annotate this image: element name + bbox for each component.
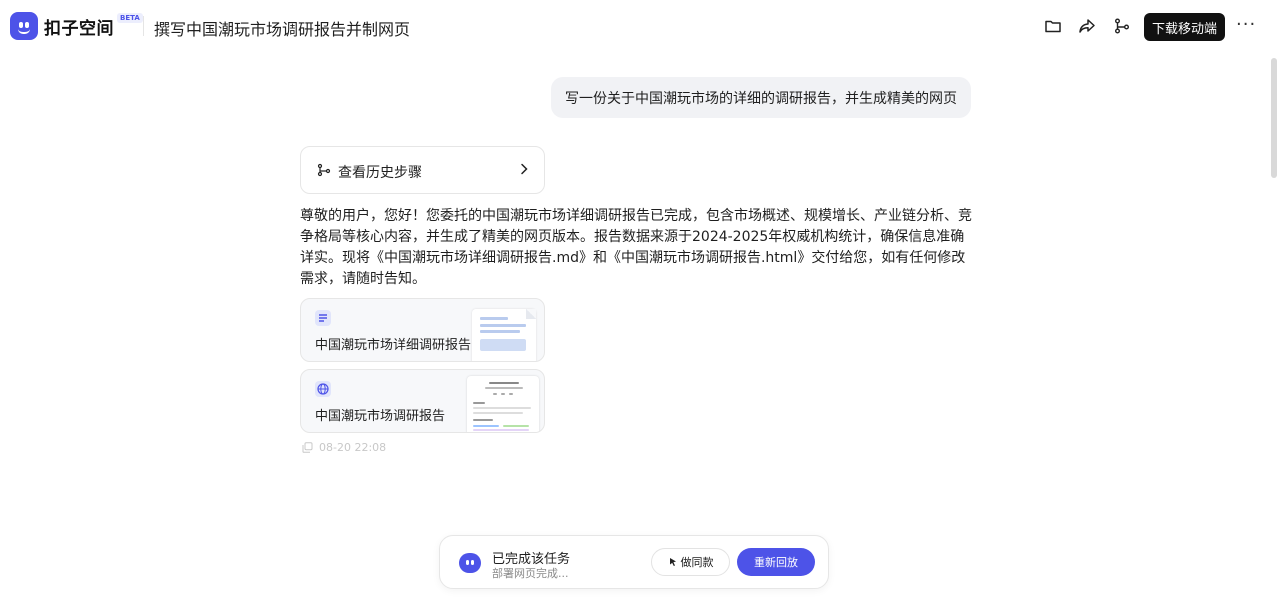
scrollbar-thumb[interactable] [1271,58,1277,178]
file-preview-thumbnail [472,309,536,361]
webpage-preview-thumbnail [467,376,539,432]
file-card-label: 中国潮玩市场详细调研报告 [315,338,472,353]
logo-icon[interactable] [10,12,38,40]
cursor-icon [669,558,676,566]
message-timestamp: 08-20 22:08 [302,441,386,454]
branch-icon[interactable] [1113,17,1131,35]
task-status-subtitle: 部署网页完成... [492,567,569,580]
beta-badge: BETA [117,13,143,23]
bot-avatar-icon [459,553,481,573]
make-same-label: 做同款 [680,556,714,569]
document-icon [315,310,331,326]
history-steps-label: 查看历史步骤 [338,165,422,181]
more-icon[interactable]: ··· [1236,14,1256,35]
scrollbar[interactable] [1270,52,1278,599]
page-title: 撰写中国潮玩市场调研报告并制网页 [154,20,411,39]
chevron-right-icon [521,163,528,175]
globe-icon [315,381,331,397]
timestamp-text: 08-20 22:08 [319,441,387,454]
branch-icon [317,163,331,177]
assistant-reply: 尊敬的用户，您好！您委托的中国潮玩市场详细调研报告已完成，包含市场概述、规模增长… [300,208,972,287]
copy-icon[interactable] [302,442,313,453]
header-divider [143,16,144,36]
replay-button[interactable]: 重新回放 [737,548,815,576]
download-mobile-button[interactable]: 下载移动端 [1144,13,1225,41]
task-status-bar: 已完成该任务 部署网页完成... 做同款 重新回放 [439,535,829,589]
history-steps-button[interactable]: 查看历史步骤 [300,146,545,194]
file-card-label: 中国潮玩市场调研报告 [315,409,446,424]
file-card-markdown[interactable]: 中国潮玩市场详细调研报告 [300,298,545,362]
folder-icon[interactable] [1044,17,1062,35]
brand-name[interactable]: 扣子空间 [44,14,114,39]
top-bar: 扣子空间 BETA 撰写中国潮玩市场调研报告并制网页 下载移动端 ··· [0,0,1280,52]
file-card-html[interactable]: 中国潮玩市场调研报告 [300,369,545,433]
make-same-button[interactable]: 做同款 [651,548,730,576]
user-message-bubble: 写一份关于中国潮玩市场的详细的调研报告，并生成精美的网页 [551,77,971,118]
share-icon[interactable] [1078,17,1096,35]
